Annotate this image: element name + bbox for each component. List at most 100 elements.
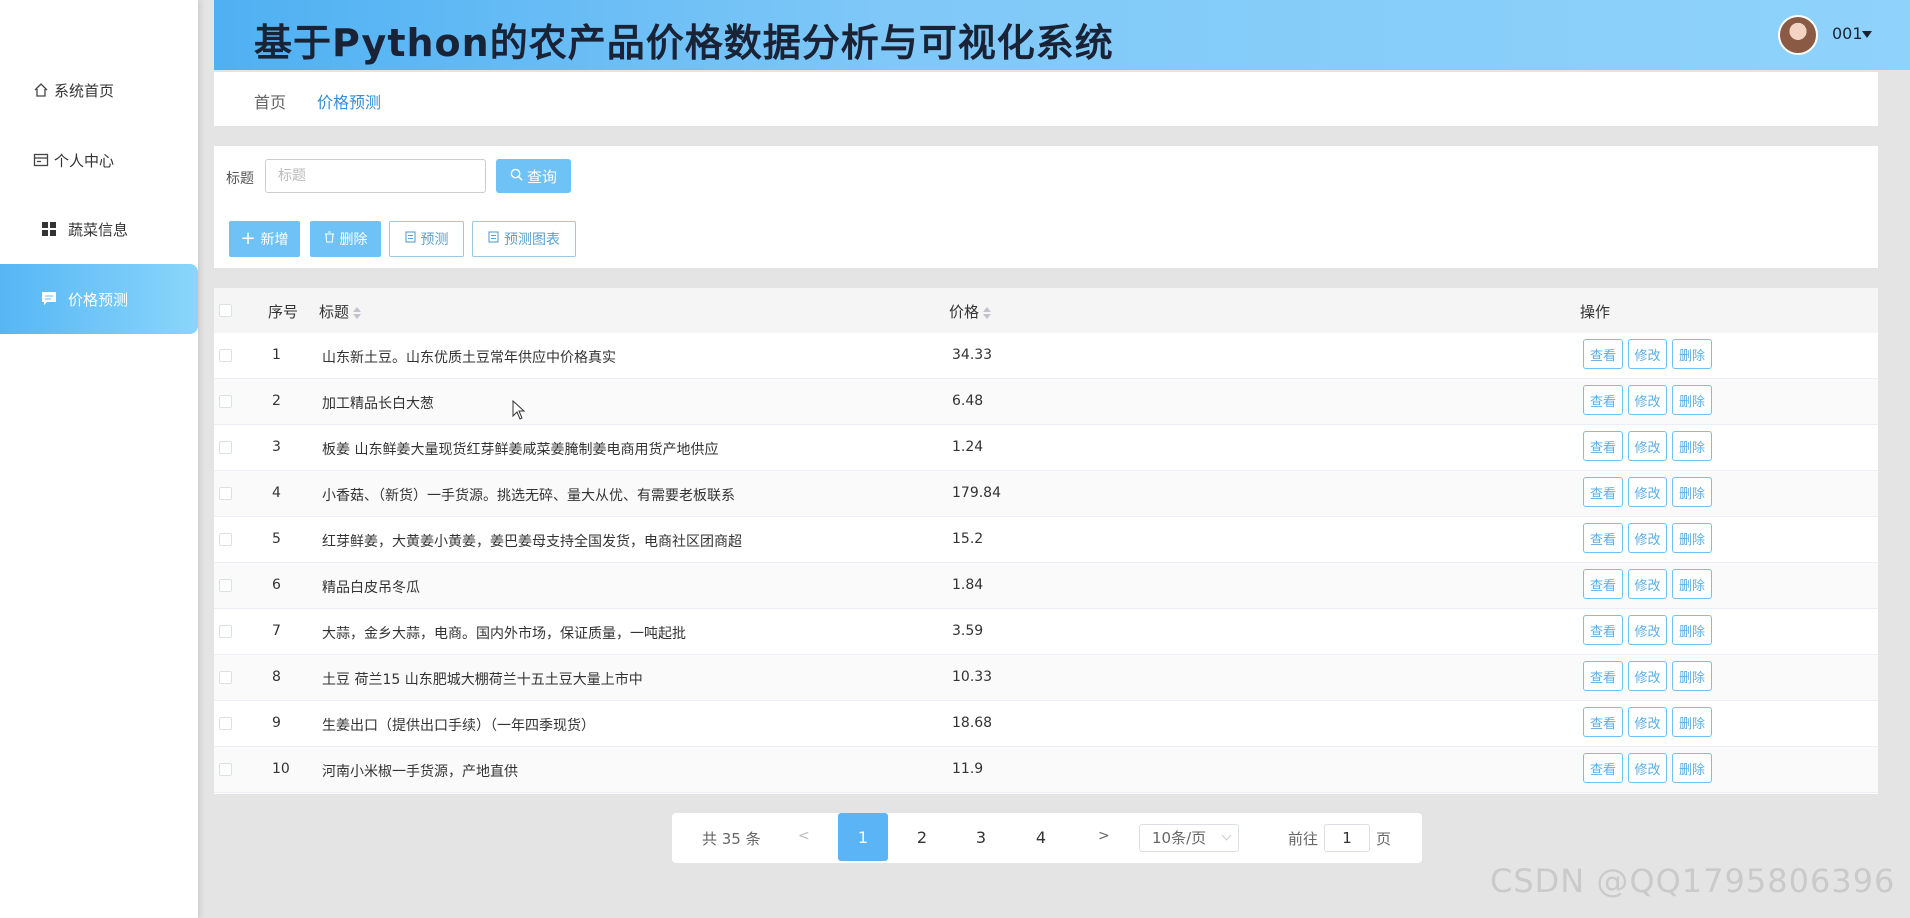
- predict-button[interactable]: 预测: [389, 221, 464, 257]
- row-checkbox[interactable]: [219, 717, 232, 730]
- next-page-button[interactable]: >: [1098, 828, 1110, 844]
- sidebar-item-price-forecast[interactable]: 价格预测: [0, 264, 198, 334]
- select-all-checkbox[interactable]: [219, 304, 232, 317]
- view-button[interactable]: 查看: [1583, 523, 1623, 553]
- row-checkbox[interactable]: [219, 395, 232, 408]
- edit-button[interactable]: 修改: [1628, 477, 1667, 507]
- row-delete-button[interactable]: 删除: [1672, 431, 1712, 461]
- delete-button-label: 删除: [339, 232, 368, 248]
- grid-icon: [40, 220, 58, 238]
- app-header: 基于Python的农产品价格数据分析与可视化系统 001: [214, 0, 1910, 70]
- row-delete-button[interactable]: 删除: [1672, 523, 1712, 553]
- row-checkbox[interactable]: [219, 441, 232, 454]
- chevron-down-icon[interactable]: [1862, 31, 1872, 38]
- row-delete-button[interactable]: 删除: [1672, 707, 1712, 737]
- header-title[interactable]: 标题: [319, 301, 362, 322]
- view-button[interactable]: 查看: [1583, 707, 1623, 737]
- row-delete-button[interactable]: 删除: [1672, 753, 1712, 783]
- row-checkbox[interactable]: [219, 349, 232, 362]
- header-title-label: 标题: [319, 303, 350, 321]
- sidebar-item-label: 价格预测: [68, 290, 129, 309]
- sidebar-item-profile[interactable]: 个人中心: [0, 125, 198, 195]
- mouse-cursor-icon: [512, 400, 526, 420]
- predict-chart-button[interactable]: 预测图表: [472, 221, 576, 257]
- view-button[interactable]: 查看: [1583, 431, 1623, 461]
- breadcrumb-home[interactable]: 首页: [254, 89, 286, 113]
- edit-button[interactable]: 修改: [1628, 385, 1667, 415]
- row-delete-button[interactable]: 删除: [1672, 477, 1712, 507]
- cell-title: 河南小米椒一手货源，产地直供: [322, 764, 518, 780]
- user-name[interactable]: 001: [1832, 24, 1863, 43]
- view-button[interactable]: 查看: [1583, 753, 1623, 783]
- cell-price: 10.33: [952, 669, 993, 685]
- row-delete-button[interactable]: 删除: [1672, 615, 1712, 645]
- edit-button[interactable]: 修改: [1628, 431, 1667, 461]
- avatar[interactable]: [1778, 15, 1818, 55]
- row-delete-button[interactable]: 删除: [1672, 385, 1712, 415]
- row-checkbox[interactable]: [219, 487, 232, 500]
- sort-icon[interactable]: [353, 306, 362, 319]
- pagination-total: 共 35 条: [702, 830, 761, 848]
- row-delete-button[interactable]: 删除: [1672, 569, 1712, 599]
- view-button[interactable]: 查看: [1583, 339, 1623, 369]
- view-button[interactable]: 查看: [1583, 569, 1623, 599]
- cell-index: 2: [272, 393, 281, 409]
- page-button-4[interactable]: 4: [1016, 813, 1066, 861]
- table-row: 10 河南小米椒一手货源，产地直供 11.9 查看 修改 删除: [214, 747, 1878, 793]
- delete-button[interactable]: 删除: [310, 221, 381, 257]
- table-row: 6 精品白皮吊冬瓜 1.84 查看 修改 删除: [214, 563, 1878, 609]
- cell-index: 6: [272, 577, 281, 593]
- page-button-3[interactable]: 3: [956, 813, 1006, 861]
- cell-price: 6.48: [952, 393, 984, 409]
- cell-title: 板姜 山东鲜姜大量现货红芽鲜姜咸菜姜腌制姜电商用货产地供应: [322, 442, 719, 458]
- table-row: 2 加工精品长白大葱 6.48 查看 修改 删除: [214, 379, 1878, 425]
- search-panel: 标题 查询 + 新增 删除 预测 预测图表: [214, 146, 1878, 268]
- chevron-down-icon: [1221, 830, 1232, 841]
- view-button[interactable]: 查看: [1583, 615, 1623, 645]
- add-button[interactable]: + 新增: [229, 221, 300, 257]
- table-row: 9 生姜出口（提供出口手续）（一年四季现货） 18.68 查看 修改 删除: [214, 701, 1878, 747]
- edit-button[interactable]: 修改: [1628, 753, 1667, 783]
- header-price[interactable]: 价格: [949, 301, 992, 322]
- sidebar-item-vegetables[interactable]: 蔬菜信息: [0, 194, 198, 264]
- prev-page-button[interactable]: <: [798, 828, 810, 844]
- row-checkbox[interactable]: [219, 763, 232, 776]
- search-input[interactable]: [265, 159, 486, 193]
- row-checkbox[interactable]: [219, 579, 232, 592]
- page-size-select[interactable]: 10条/页: [1139, 824, 1239, 852]
- row-checkbox[interactable]: [219, 533, 232, 546]
- edit-button[interactable]: 修改: [1628, 661, 1667, 691]
- table-row: 1 山东新土豆。山东优质土豆常年供应中价格真实 34.33 查看 修改 删除: [214, 333, 1878, 379]
- sort-icon[interactable]: [983, 306, 992, 319]
- header-index: 序号: [268, 303, 299, 321]
- row-delete-button[interactable]: 删除: [1672, 339, 1712, 369]
- row-checkbox[interactable]: [219, 671, 232, 684]
- view-button[interactable]: 查看: [1583, 661, 1623, 691]
- cell-title: 山东新土豆。山东优质土豆常年供应中价格真实: [322, 350, 616, 366]
- edit-button[interactable]: 修改: [1628, 615, 1667, 645]
- cell-price: 11.9: [952, 761, 984, 777]
- header-ops: 操作: [1580, 303, 1611, 321]
- watermark: CSDN @QQ1795806396: [1490, 862, 1896, 900]
- table-row: 8 土豆 荷兰15 山东肥城大棚荷兰十五土豆大量上市中 10.33 查看 修改 删除: [214, 655, 1878, 701]
- view-button[interactable]: 查看: [1583, 385, 1623, 415]
- query-button[interactable]: 查询: [496, 159, 571, 193]
- view-button[interactable]: 查看: [1583, 477, 1623, 507]
- row-checkbox[interactable]: [219, 625, 232, 638]
- page-button-1[interactable]: 1: [838, 813, 888, 861]
- sidebar-item-home[interactable]: 系统首页: [0, 55, 198, 125]
- cell-price: 18.68: [952, 715, 993, 731]
- cell-index: 8: [272, 669, 281, 685]
- page-button-2[interactable]: 2: [897, 813, 947, 861]
- row-delete-button[interactable]: 删除: [1672, 661, 1712, 691]
- edit-button[interactable]: 修改: [1628, 523, 1667, 553]
- sidebar-item-label: 蔬菜信息: [68, 220, 129, 239]
- edit-button[interactable]: 修改: [1628, 707, 1667, 737]
- app-title: 基于Python的农产品价格数据分析与可视化系统: [254, 21, 1114, 65]
- cell-title: 小香菇、（新货）一手货源。挑选无碎、量大从优、有需要老板联系: [322, 488, 735, 504]
- cell-price: 3.59: [952, 623, 984, 639]
- add-button-label: 新增: [260, 232, 289, 248]
- goto-page-input[interactable]: [1324, 824, 1370, 852]
- edit-button[interactable]: 修改: [1628, 339, 1667, 369]
- edit-button[interactable]: 修改: [1628, 569, 1667, 599]
